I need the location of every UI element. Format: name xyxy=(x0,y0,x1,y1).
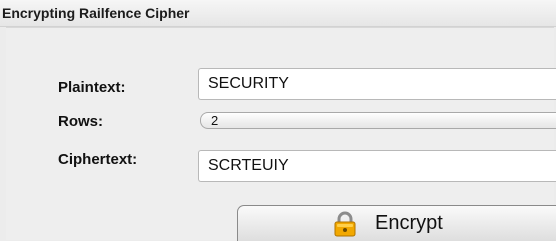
window-title: Encrypting Railfence Cipher xyxy=(2,5,190,21)
ciphertext-label: Ciphertext: xyxy=(58,151,138,168)
title-bar: Encrypting Railfence Cipher xyxy=(0,0,556,27)
plaintext-input[interactable]: SECURITY xyxy=(198,68,556,100)
encrypt-button[interactable]: Encrypt xyxy=(237,205,556,241)
rows-label: Rows: xyxy=(58,113,103,130)
ciphertext-output[interactable]: SCRTEUIY xyxy=(198,150,556,182)
app-window: Encrypting Railfence Cipher Plaintext: S… xyxy=(0,0,556,241)
plaintext-label: Plaintext: xyxy=(58,79,126,96)
lock-icon xyxy=(333,211,357,237)
encrypt-button-label: Encrypt xyxy=(375,212,443,234)
rows-spinner[interactable]: 2 xyxy=(200,112,556,129)
